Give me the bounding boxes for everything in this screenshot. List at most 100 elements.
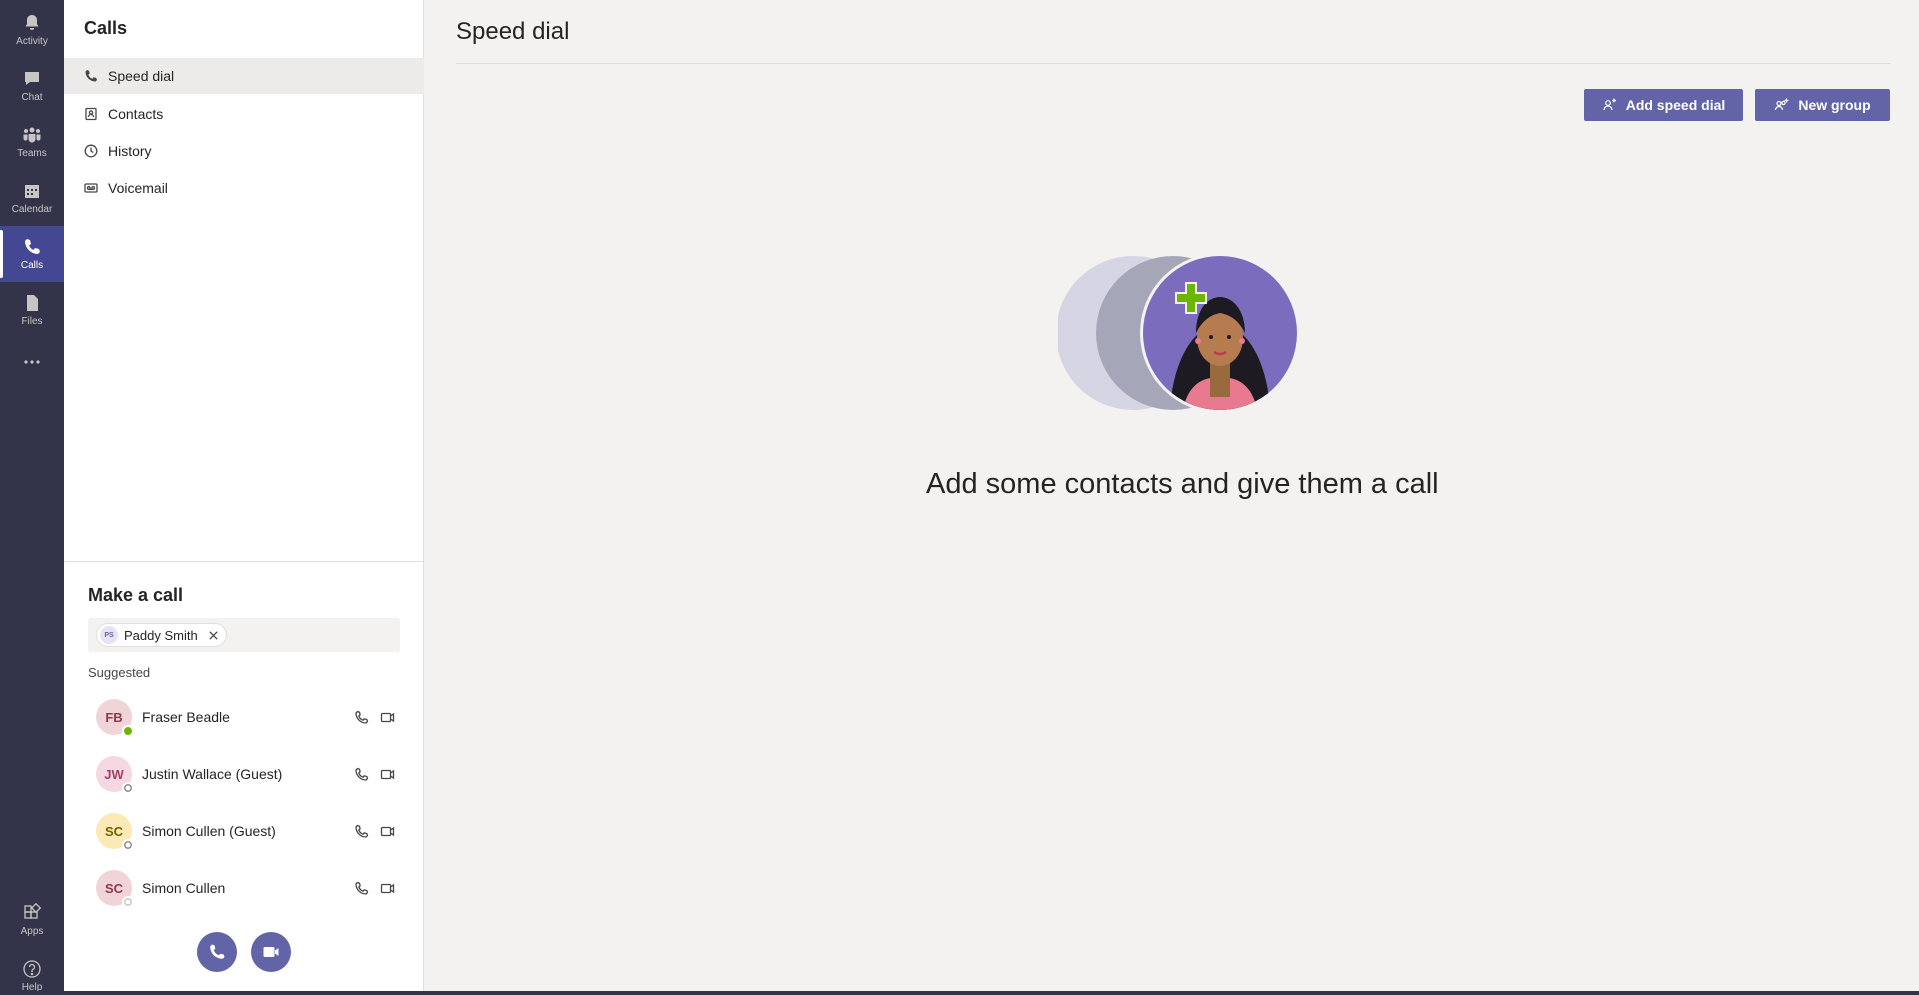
bell-icon: [25, 15, 39, 30]
rail-label: Calls: [20, 260, 44, 271]
close-icon: [209, 630, 218, 640]
help-icon: [23, 960, 41, 978]
suggested-contact[interactable]: JW Justin Wallace (Guest): [88, 748, 400, 800]
calendar-icon: [25, 185, 39, 198]
nav-item-voicemail[interactable]: Voicemail: [64, 170, 424, 206]
avatar-initials: FB: [105, 709, 123, 725]
avatar: SC: [96, 870, 134, 908]
start-video-call-button[interactable]: [251, 932, 291, 972]
audio-call-button[interactable]: [348, 818, 374, 844]
phone-icon: [354, 824, 368, 838]
avatar: SC: [96, 813, 134, 851]
start-audio-call-button[interactable]: [197, 932, 237, 972]
video-camera-icon: [263, 947, 279, 957]
add-speed-dial-button[interactable]: Add speed dial: [1584, 89, 1743, 121]
recipient-chip: PS Paddy Smith: [96, 623, 227, 647]
video-call-button[interactable]: [374, 818, 400, 844]
suggested-contact[interactable]: FB Fraser Beadle: [88, 691, 400, 743]
rail-item-chat[interactable]: Chat: [0, 58, 64, 114]
video-camera-icon: [380, 826, 394, 836]
suggested-label: Suggested: [88, 665, 151, 680]
more-icon: [24, 360, 40, 364]
button-label: Add speed dial: [1625, 97, 1726, 113]
video-camera-icon: [380, 769, 394, 779]
rail-item-files[interactable]: Files: [0, 282, 64, 338]
contact-name: Justin Wallace (Guest): [142, 766, 283, 782]
presence-available-icon: [122, 725, 134, 737]
nav-item-history[interactable]: History: [64, 133, 424, 169]
nav-item-speed-dial[interactable]: Speed dial: [64, 58, 424, 94]
make-call-title: Make a call: [88, 585, 184, 605]
add-group-icon: [1775, 98, 1789, 111]
apps-icon: [24, 903, 42, 919]
rail-item-calls[interactable]: Calls: [0, 226, 64, 282]
contacts-icon: [85, 107, 97, 121]
voicemail-icon: [84, 183, 98, 193]
nav-label: Contacts: [108, 106, 164, 122]
rail-item-more[interactable]: [0, 334, 64, 390]
app-rail: Activity Chat Teams Calendar Calls Files…: [0, 0, 64, 995]
rail-item-teams[interactable]: Teams: [0, 114, 64, 170]
remove-recipient-button[interactable]: [208, 629, 220, 641]
nav-item-contacts[interactable]: Contacts: [64, 96, 424, 132]
rail-label: Activity: [16, 36, 48, 47]
presence-unknown-icon: [122, 896, 134, 908]
contact-name: Simon Cullen: [142, 880, 226, 896]
rail-item-activity[interactable]: Activity: [0, 2, 64, 58]
phone-icon: [354, 767, 368, 781]
call-recipient-input[interactable]: PS Paddy Smith: [88, 618, 400, 652]
nav-label: Speed dial: [108, 68, 175, 84]
audio-call-button[interactable]: [348, 875, 374, 901]
video-camera-icon: [380, 712, 394, 722]
page-title: Speed dial: [456, 18, 570, 45]
recipient-name: Paddy Smith: [124, 627, 198, 643]
avatar-initials: JW: [104, 766, 124, 782]
presence-offline-icon: [122, 782, 134, 794]
avatar-initials: SC: [104, 823, 124, 839]
video-call-button[interactable]: [374, 875, 400, 901]
window-bottom-edge: [0, 991, 1919, 995]
suggested-contact[interactable]: SC Simon Cullen (Guest): [88, 805, 400, 857]
avatar: JW: [96, 756, 134, 794]
avatar: FB: [96, 699, 134, 737]
nav-label: Voicemail: [108, 180, 168, 196]
file-icon: [27, 295, 38, 311]
button-label: New group: [1798, 97, 1871, 113]
calls-panel: Calls Speed dial Contacts History Voicem…: [64, 0, 424, 995]
audio-call-button[interactable]: [348, 761, 374, 787]
avatar-initials: SC: [104, 880, 124, 896]
teams-icon: [23, 127, 41, 143]
rail-label: Calendar: [11, 204, 53, 215]
panel-title: Calls: [84, 18, 128, 38]
presence-offline-icon: [122, 839, 134, 851]
audio-call-button[interactable]: [348, 704, 374, 730]
contact-name: Fraser Beadle: [142, 709, 230, 725]
panel-divider: [64, 561, 424, 562]
avatar: PS: [100, 626, 118, 644]
phone-icon: [354, 710, 368, 724]
chat-icon: [25, 72, 39, 85]
contact-name: Simon Cullen (Guest): [142, 823, 276, 839]
add-person-icon: [1603, 98, 1616, 111]
video-call-button[interactable]: [374, 761, 400, 787]
rail-label: Teams: [17, 148, 47, 159]
suggested-contact[interactable]: SC Simon Cullen: [88, 862, 400, 914]
video-camera-icon: [380, 883, 394, 893]
clock-icon: [84, 144, 98, 158]
rail-item-calendar[interactable]: Calendar: [0, 170, 64, 226]
empty-state-illustration: [1058, 255, 1300, 413]
rail-item-apps[interactable]: Apps: [0, 892, 64, 948]
empty-state-message: Add some contacts and give them a call: [926, 468, 1439, 500]
nav-label: History: [108, 143, 152, 159]
rail-label: Chat: [21, 92, 43, 103]
rail-label: Apps: [20, 926, 44, 937]
video-call-button[interactable]: [374, 704, 400, 730]
title-divider: [456, 63, 1891, 64]
phone-icon: [25, 239, 40, 254]
phone-icon: [210, 944, 225, 959]
rail-label: Files: [21, 316, 43, 327]
phone-icon: [354, 881, 368, 895]
phone-icon: [85, 70, 97, 82]
new-group-button[interactable]: New group: [1755, 89, 1890, 121]
rail-item-help[interactable]: Help: [0, 948, 64, 995]
